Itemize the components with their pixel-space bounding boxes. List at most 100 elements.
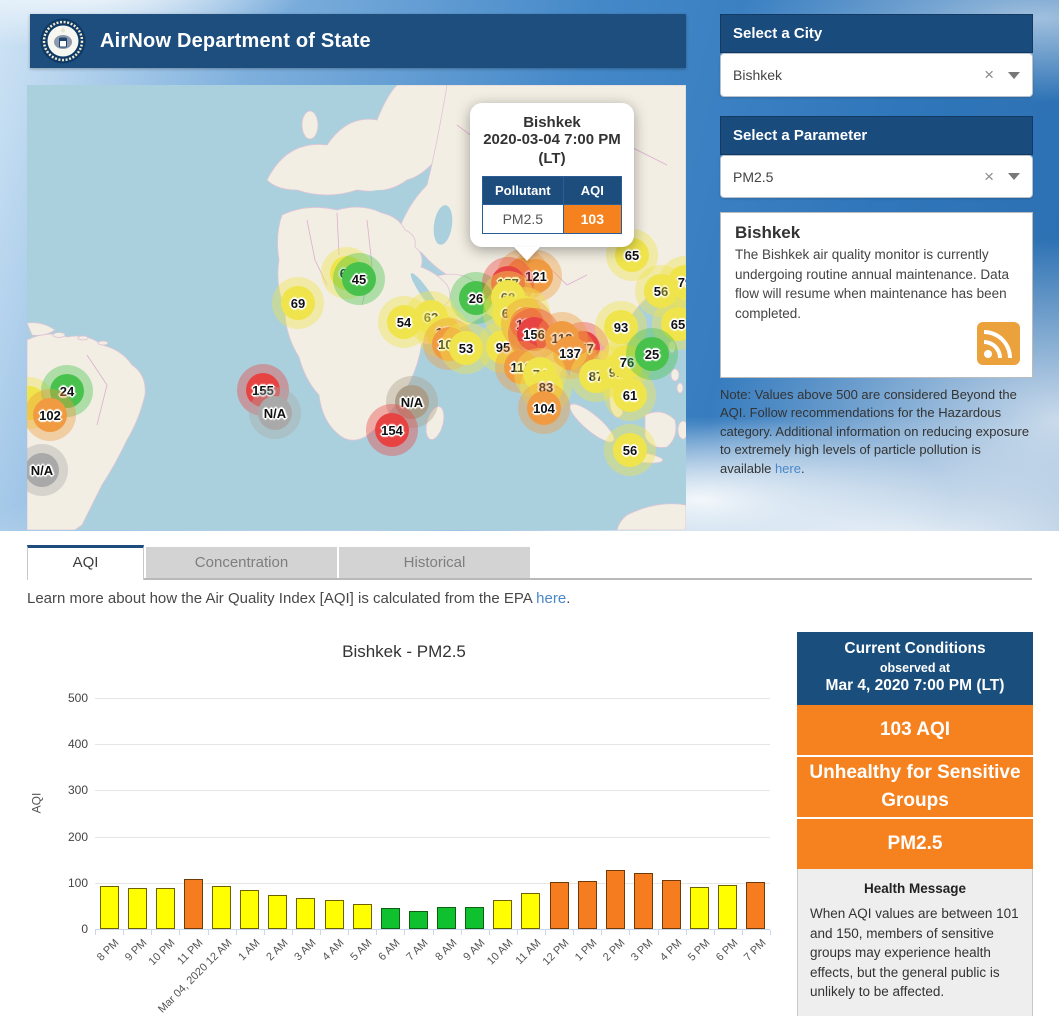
chart-bar-11-am[interactable] <box>521 893 540 929</box>
health-message-title: Health Message <box>810 881 1020 896</box>
chart-x-label: 4 AM <box>320 937 346 963</box>
parameter-clear-icon[interactable]: × <box>974 167 1004 187</box>
learn-more-link[interactable]: here <box>536 590 566 607</box>
chart-bar-9-am[interactable] <box>465 907 484 929</box>
chart-x-label: 7 PM <box>742 937 769 964</box>
chart-bar-3-pm[interactable] <box>634 873 653 929</box>
chart-gridline <box>95 744 770 745</box>
chart-x-tick-mark <box>208 930 209 935</box>
observed-datetime: Mar 4, 2020 7:00 PM (LT) <box>803 677 1027 695</box>
map-marker-25[interactable]: 25 <box>635 337 669 371</box>
world-map[interactable]: 6345692662541510853951121211576867181771… <box>27 85 686 530</box>
chart-bar-4-pm[interactable] <box>662 880 681 929</box>
chart-bar-2-am[interactable] <box>268 895 287 929</box>
chart-bar-1-pm[interactable] <box>578 881 597 929</box>
map-marker-na[interactable]: N/A <box>258 396 292 430</box>
map-marker-na[interactable]: N/A <box>27 453 59 487</box>
chart-x-label: 5 AM <box>348 937 374 963</box>
chart-bar-2-pm[interactable] <box>606 870 625 929</box>
chart-x-label: 6 AM <box>377 937 403 963</box>
map-marker-69[interactable]: 69 <box>281 286 315 320</box>
popup-col-pollutant: Pollutant <box>483 176 564 204</box>
chart-x-tick-mark <box>686 930 687 935</box>
tab-aqi[interactable]: AQI <box>27 545 144 580</box>
chart-bar-6-am[interactable] <box>381 908 400 929</box>
popup-aqi-table: Pollutant AQI PM2.5 103 <box>482 176 622 234</box>
chart-bar-7-pm[interactable] <box>746 882 765 929</box>
chart-bar-4-am[interactable] <box>325 900 344 929</box>
city-clear-icon[interactable]: × <box>974 65 1004 85</box>
chart-bar-3-am[interactable] <box>296 898 315 929</box>
chart-y-tick-label: 100 <box>48 876 88 890</box>
chart-x-label: 8 AM <box>433 937 459 963</box>
map-marker-154[interactable]: 154 <box>375 413 409 447</box>
tab-concentration[interactable]: Concentration <box>146 547 337 578</box>
chart-bar-7-am[interactable] <box>409 911 428 929</box>
note-link[interactable]: here <box>775 461 801 476</box>
learn-more-prefix: Learn more about how the Air Quality Ind… <box>27 590 532 607</box>
chart-x-label: 1 PM <box>573 937 600 964</box>
chart-bar-9-pm[interactable] <box>128 888 147 929</box>
chart-x-tick-mark <box>376 930 377 935</box>
city-caret-down-icon[interactable] <box>1008 72 1020 79</box>
chart-x-tick-mark <box>742 930 743 935</box>
city-dropdown[interactable]: Bishkek × <box>720 53 1033 97</box>
chart-bar-12-pm[interactable] <box>550 882 569 929</box>
chart-x-tick-mark <box>714 930 715 935</box>
chart-x-tick-mark <box>601 930 602 935</box>
map-marker-102[interactable]: 102 <box>33 398 67 432</box>
map-marker-79[interactable]: 79 <box>668 265 686 299</box>
map-marker-56[interactable]: 56 <box>613 433 647 467</box>
chart-x-label: 6 PM <box>714 937 741 964</box>
chart-x-tick-mark <box>573 930 574 935</box>
chart-gridline <box>95 837 770 838</box>
select-city-header: Select a City <box>720 14 1033 53</box>
chart-bar-8-pm[interactable] <box>100 886 119 929</box>
chart-x-label: 2 PM <box>601 937 628 964</box>
map-popup: Bishkek 2020-03-04 7:00 PM (LT) Pollutan… <box>470 103 634 247</box>
parameter-dropdown[interactable]: PM2.5 × <box>720 155 1033 198</box>
chart-x-label: 2 AM <box>264 937 290 963</box>
select-parameter-header: Select a Parameter <box>720 116 1033 155</box>
chart-bar-10-am[interactable] <box>493 900 512 929</box>
note-suffix: . <box>801 461 805 476</box>
city-dropdown-value: Bishkek <box>733 67 974 83</box>
chart-bar-5-am[interactable] <box>353 904 372 929</box>
map-marker-61[interactable]: 61 <box>613 378 647 412</box>
popup-city-name: Bishkek <box>482 114 622 131</box>
map-marker-54[interactable]: 54 <box>387 305 421 339</box>
city-info-box: Bishkek The Bishkek air quality monitor … <box>720 212 1033 378</box>
chart-x-label: 8 PM <box>95 937 122 964</box>
app-header: AirNow Department of State <box>30 14 686 68</box>
chart-x-tick-mark <box>770 930 771 935</box>
chart-y-tick-label: 300 <box>48 783 88 797</box>
city-info-text: The Bishkek air quality monitor is curre… <box>735 245 1018 323</box>
parameter-caret-down-icon[interactable] <box>1008 173 1020 180</box>
chart-bar-5-pm[interactable] <box>690 887 709 929</box>
chart-bar-8-am[interactable] <box>437 907 456 929</box>
page: AirNow Department of State <box>0 0 1059 1016</box>
tab-bar: AQI Concentration Historical <box>27 545 1032 580</box>
current-aqi-category: Unhealthy for Sensitive Groups <box>797 757 1033 817</box>
chart-bar-10-pm[interactable] <box>156 888 175 929</box>
map-marker-104[interactable]: 104 <box>527 391 561 425</box>
chart-bar-mar-04-2020-12-am[interactable] <box>212 886 231 929</box>
chart-x-tick-mark <box>489 930 490 935</box>
chart-y-tick-label: 200 <box>48 830 88 844</box>
chart-y-tick-label: 500 <box>48 691 88 705</box>
chart-bar-11-pm[interactable] <box>184 879 203 929</box>
popup-tail <box>514 247 540 261</box>
chart-bar-6-pm[interactable] <box>718 885 737 929</box>
map-marker-45[interactable]: 45 <box>342 262 376 296</box>
chart-x-label: 12 PM <box>541 937 572 968</box>
chart-gridline <box>95 698 770 699</box>
rss-feed-icon[interactable] <box>977 322 1020 365</box>
popup-datetime: 2020-03-04 7:00 PM (LT) <box>482 131 622 169</box>
chart-x-tick-mark <box>658 930 659 935</box>
popup-pollutant-value: PM2.5 <box>483 204 564 233</box>
chart-bar-1-am[interactable] <box>240 890 259 929</box>
tab-historical[interactable]: Historical <box>339 547 530 578</box>
chart-gridline <box>95 790 770 791</box>
city-info-title: Bishkek <box>735 223 1018 243</box>
popup-col-aqi: AQI <box>563 176 621 204</box>
